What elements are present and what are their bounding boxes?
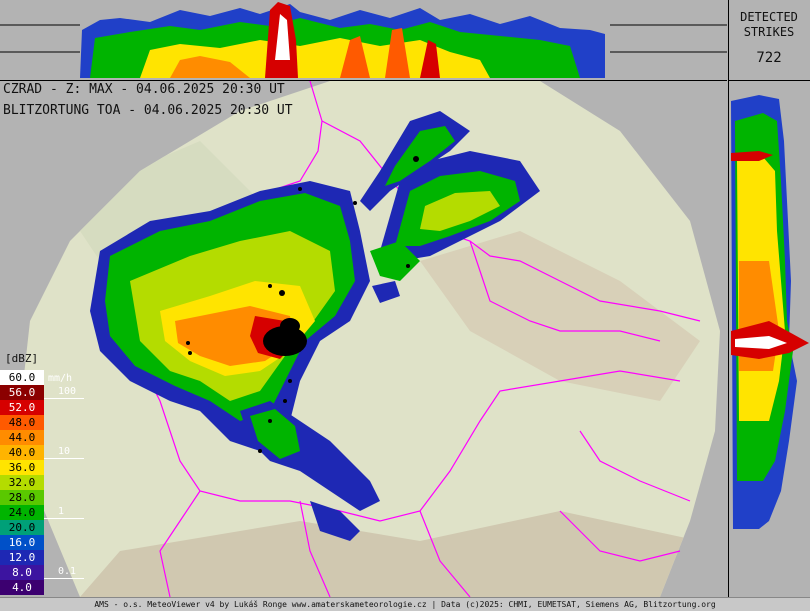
- legend-rate-tick: [44, 398, 84, 399]
- legend-entry: 52.0: [0, 400, 44, 415]
- right-cross-section-chart: [731, 95, 809, 529]
- detected-strikes-title-line2: STRIKES: [743, 25, 795, 39]
- legend-entry: 56.0: [0, 385, 44, 400]
- detected-strikes-title-line1: DETECTED: [740, 10, 798, 24]
- detected-strikes-count: 722: [756, 50, 782, 66]
- radar-map[interactable]: [0, 80, 727, 598]
- legend-entry: 36.0: [0, 460, 44, 475]
- right-cross-section-panel: [728, 81, 810, 597]
- top-cross-section-panel: [0, 0, 727, 81]
- top-cross-section-chart: [0, 2, 727, 78]
- lightning-title: BLITZORTUNG TOA - 04.06.2025 20:30 UT: [3, 103, 293, 118]
- legend-rate-label: 10: [58, 446, 71, 457]
- legend-entry: 12.0: [0, 550, 44, 565]
- legend-entry: 8.0: [0, 565, 44, 580]
- legend-entry: 40.0: [0, 445, 44, 460]
- legend-rate-tick: [44, 458, 84, 459]
- legend-rate-label: 0.1: [58, 566, 77, 577]
- legend-entry: 44.0: [0, 430, 44, 445]
- legend-rate-tick: [44, 578, 84, 579]
- legend-rate-tick: [44, 518, 84, 519]
- legend-entry: 4.0: [0, 580, 44, 595]
- legend-entry: 60.0: [0, 370, 44, 385]
- legend-rate-label: 1: [58, 506, 65, 517]
- legend-entry: 24.0: [0, 505, 44, 520]
- legend-rate-label: 100: [58, 386, 77, 397]
- legend-entry: 48.0: [0, 415, 44, 430]
- legend-unit: [dBZ]: [5, 352, 39, 365]
- legend-entry: 28.0: [0, 490, 44, 505]
- footer-credits: AMS - o.s. MeteoViewer v4 by Lukáš Ronge…: [0, 597, 810, 611]
- legend-rate-unit: mm/h: [48, 373, 73, 384]
- detected-strikes-title: DETECTED STRIKES: [728, 10, 810, 40]
- legend-entry: 20.0: [0, 520, 44, 535]
- legend-entry: 16.0: [0, 535, 44, 550]
- radar-title: CZRAD - Z: MAX - 04.06.2025 20:30 UT: [3, 82, 285, 97]
- radar-map-canvas: [20, 80, 720, 598]
- legend-entry: 32.0: [0, 475, 44, 490]
